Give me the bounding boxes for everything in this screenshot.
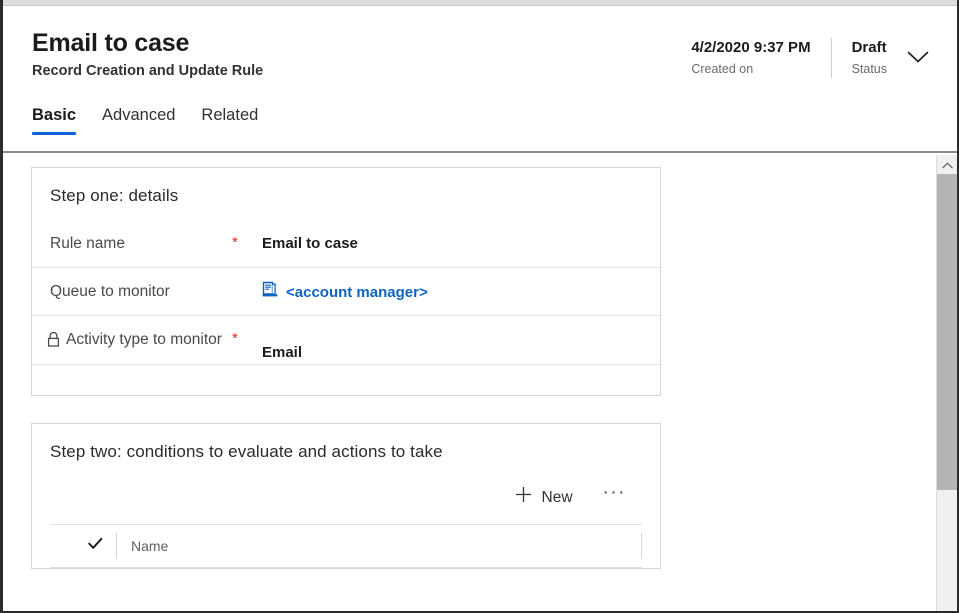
scrollbar-thumb[interactable]: [937, 174, 957, 490]
required-asterisk-queue-to-monitor: [232, 268, 262, 280]
page-subtitle: Record Creation and Update Rule: [32, 63, 264, 79]
checkmark-icon: [88, 537, 103, 555]
tab-bar: Basic Advanced Related: [3, 104, 957, 135]
required-asterisk-rule-name: *: [232, 234, 238, 251]
field-label-text: Activity type to monitor: [66, 331, 222, 348]
field-label-rule-name: Rule name: [50, 220, 232, 255]
plus-icon: [515, 486, 532, 510]
step-two-card: Step two: conditions to evaluate and act…: [31, 423, 661, 569]
app-window: Email to case Record Creation and Update…: [0, 0, 959, 613]
column-header-name[interactable]: Name: [116, 533, 641, 559]
chevron-down-icon: [907, 50, 929, 64]
vertical-scrollbar[interactable]: [936, 155, 957, 611]
new-button[interactable]: New: [507, 482, 581, 514]
tab-advanced[interactable]: Advanced: [102, 104, 175, 135]
field-row-queue-to-monitor: Queue to monitor <account manager>: [32, 268, 660, 316]
created-on-label: Created on: [691, 62, 754, 76]
title-block: Email to case Record Creation and Update…: [32, 28, 263, 81]
subgrid-header-row: Name: [50, 524, 642, 568]
more-commands-button[interactable]: ···: [581, 483, 632, 508]
subgrid-command-bar: New ···: [32, 464, 660, 524]
field-label-text: Rule name: [50, 235, 125, 252]
field-value-text: <account manager>: [286, 284, 428, 301]
record-header: Email to case Record Creation and Update…: [3, 7, 957, 153]
field-value-rule-name[interactable]: Email to case: [262, 220, 660, 255]
field-row-activity-type: Activity type to monitor * Email: [32, 316, 660, 365]
tab-related[interactable]: Related: [201, 104, 258, 135]
header-top-row: Email to case Record Creation and Update…: [3, 7, 957, 81]
field-value-queue-to-monitor[interactable]: <account manager>: [262, 268, 660, 305]
form-body: Step one: details Rule name * Email to c…: [3, 155, 957, 611]
step-one-card: Step one: details Rule name * Email to c…: [31, 167, 661, 396]
status-label: Status: [851, 62, 887, 76]
field-value-activity-type: Email: [262, 344, 303, 361]
column-divider: [641, 533, 642, 559]
step-one-card-spacer: [32, 365, 660, 395]
header-expand-button[interactable]: [901, 40, 935, 74]
lock-icon: [46, 331, 61, 355]
field-label-activity-type: Activity type to monitor: [47, 316, 232, 355]
created-on-field: 4/2/2020 9:37 PM Created on: [673, 38, 832, 78]
step-two-title: Step two: conditions to evaluate and act…: [50, 442, 443, 461]
page-title: Email to case: [32, 29, 190, 57]
status-value: Draft: [851, 39, 887, 56]
field-row-rule-name: Rule name * Email to case: [32, 220, 660, 268]
field-label-text: Queue to monitor: [50, 283, 170, 300]
required-asterisk-activity-type: *: [232, 330, 238, 347]
created-on-value: 4/2/2020 9:37 PM: [691, 39, 811, 56]
scrollbar-track[interactable]: [937, 490, 957, 611]
status-field: Draft Status: [832, 38, 901, 78]
step-one-fields: Rule name * Email to case Queue to monit…: [32, 208, 660, 365]
select-all-checkbox[interactable]: [88, 537, 116, 555]
header-meta-group: 4/2/2020 9:37 PM Created on Draft Status: [673, 28, 935, 78]
step-one-title: Step one: details: [50, 186, 179, 205]
tab-basic[interactable]: Basic: [32, 104, 77, 135]
chevron-up-icon: [941, 156, 953, 174]
field-label-queue-to-monitor: Queue to monitor: [50, 268, 232, 303]
scroll-up-button[interactable]: [937, 155, 957, 174]
window-chrome-strip: [3, 0, 957, 6]
new-button-label: New: [541, 489, 573, 506]
queue-icon: [262, 281, 278, 305]
form-content: Step one: details Rule name * Email to c…: [3, 155, 937, 611]
